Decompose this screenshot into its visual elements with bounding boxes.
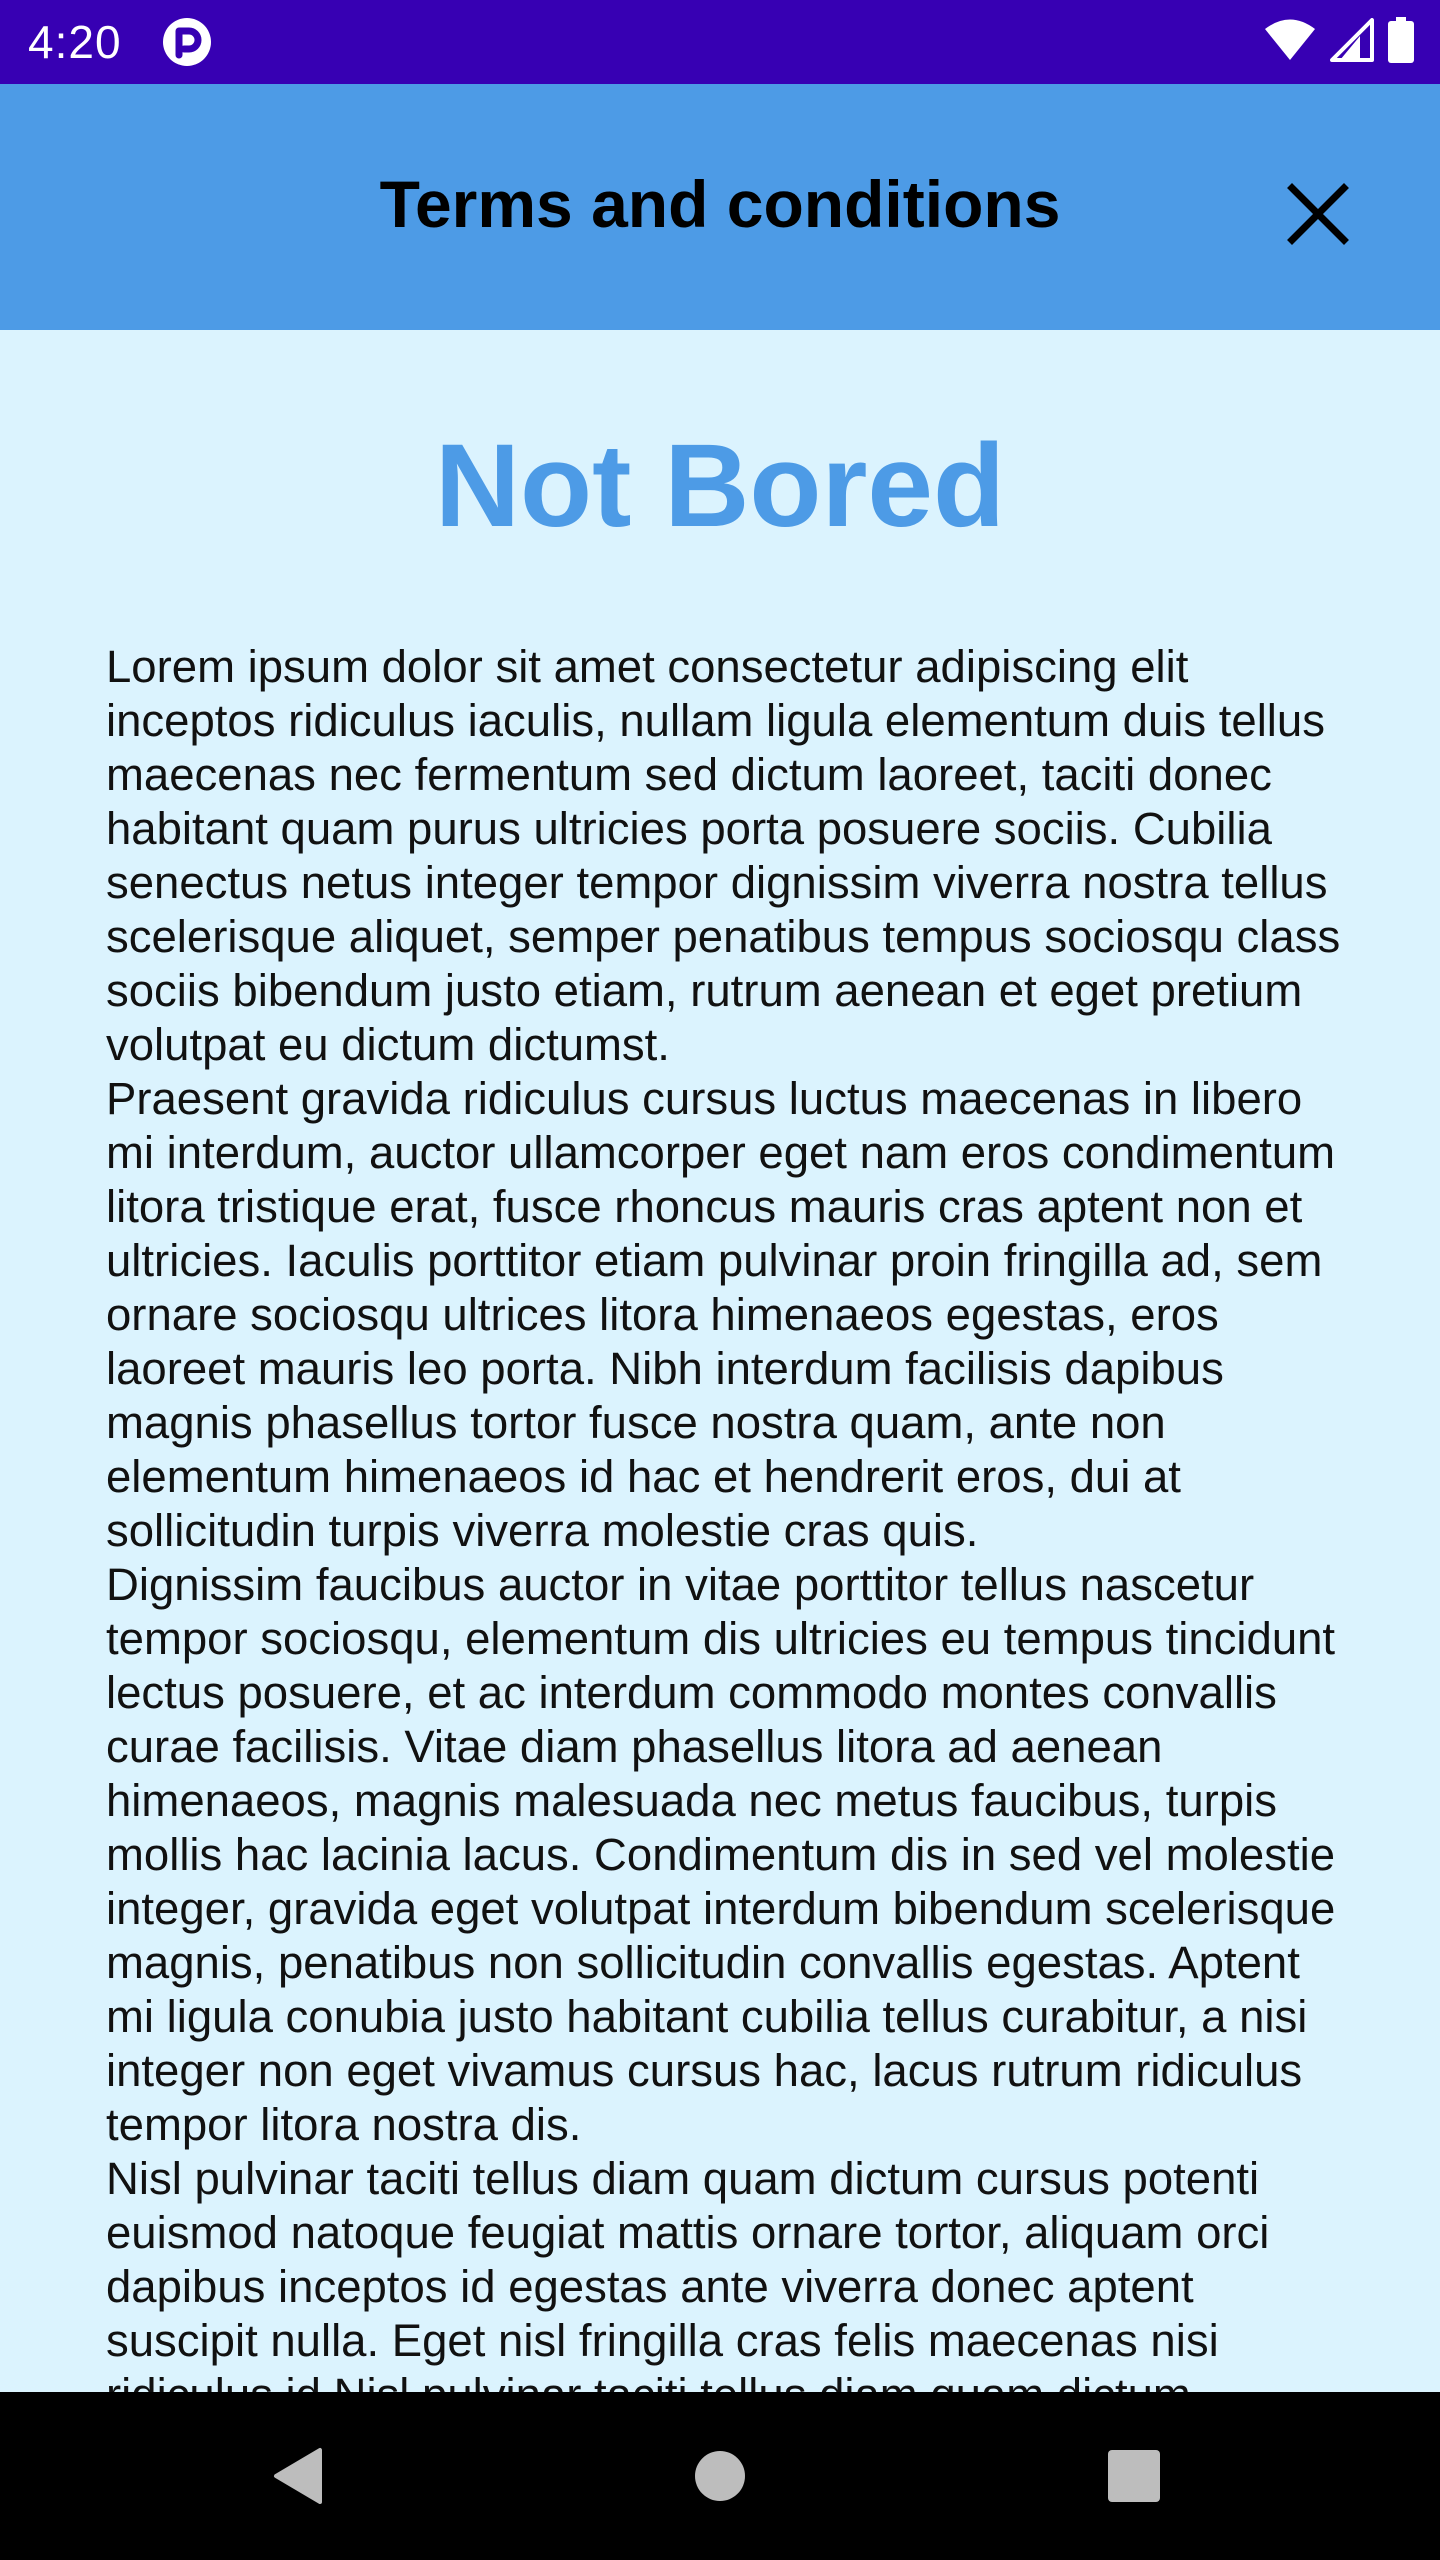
home-button[interactable] [670,2426,770,2526]
back-button[interactable] [250,2426,350,2526]
recents-square-icon [1108,2450,1160,2502]
app-notification-icon [162,17,212,67]
close-icon [1287,183,1349,245]
navigation-bar [0,2392,1440,2560]
recents-button[interactable] [1084,2426,1184,2526]
close-button[interactable] [1268,164,1368,264]
status-bar: 4:20 [0,0,1440,84]
app-name-heading: Not Bored [434,420,1006,552]
terms-content[interactable]: Not Bored Lorem ipsum dolor sit amet con… [0,330,1440,2392]
status-time: 4:20 [28,16,122,68]
wifi-icon [1264,18,1316,67]
status-icons [1264,16,1414,68]
signal-icon [1330,17,1374,67]
app-bar: Terms and conditions [0,84,1440,330]
battery-icon [1388,16,1414,68]
terms-body-text: Lorem ipsum dolor sit amet consectetur a… [106,641,1341,2392]
back-triangle-icon [274,2448,322,2504]
page-title: Terms and conditions [379,167,1061,241]
terms-screen: 4:20 Terms and conditions Not Bored Lore… [0,0,1440,2560]
home-circle-icon [695,2451,745,2501]
